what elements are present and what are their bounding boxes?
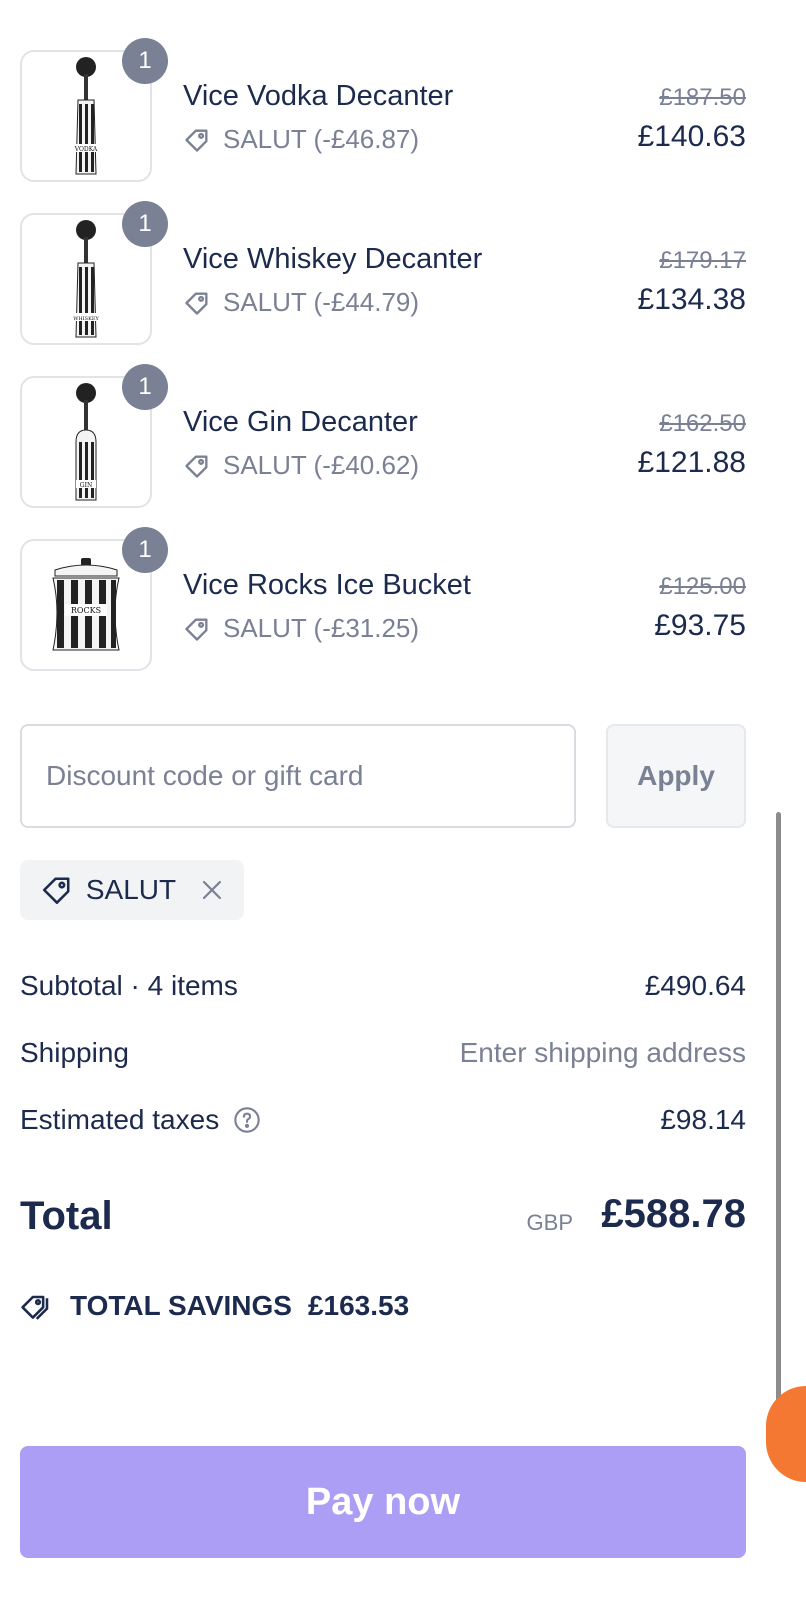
original-price: £162.50 — [659, 410, 746, 437]
shipping-value: Enter shipping address — [459, 1037, 746, 1068]
quantity-badge: 1 — [122, 38, 168, 84]
item-discount: SALUT (-£46.87) — [183, 124, 419, 155]
total-savings: TOTAL SAVINGS £163.53 — [20, 1290, 409, 1322]
svg-text:GIN: GIN — [80, 482, 92, 489]
original-price: £125.00 — [659, 573, 746, 600]
discounted-price: £121.88 — [637, 446, 746, 479]
close-icon[interactable] — [200, 878, 224, 902]
svg-text:VODKA: VODKA — [74, 146, 98, 153]
applied-code: SALUT — [85, 874, 177, 905]
discount-text: SALUT (-£31.25) — [223, 613, 420, 643]
product-name: Vice Gin Decanter — [183, 406, 418, 438]
quantity-badge: 1 — [122, 527, 168, 573]
quantity-badge: 1 — [122, 201, 168, 247]
tag-icon — [185, 455, 208, 478]
product-name: Vice Rocks Ice Bucket — [183, 569, 471, 601]
line-item: WHISKEY 1 Vice Whiskey Decanter SALUT (-… — [20, 201, 746, 347]
svg-text:WHISKEY: WHISKEY — [73, 316, 99, 322]
line-item: GIN 1 Vice Gin Decanter SALUT (-£40.62) … — [20, 364, 746, 510]
discount-code-input[interactable] — [20, 724, 576, 828]
line-item: ROCKS 1 Vice Rocks Ice Bucket SALUT (-£3… — [20, 527, 746, 673]
taxes-value: £98.14 — [660, 1104, 746, 1135]
product-name: Vice Whiskey Decanter — [183, 243, 483, 275]
taxes-label: Estimated taxes — [20, 1104, 220, 1135]
tags-icon — [21, 1295, 49, 1320]
applied-discount-chip: SALUT — [20, 860, 244, 920]
original-price: £187.50 — [659, 84, 746, 111]
scrollbar[interactable] — [776, 812, 781, 1412]
product-name: Vice Vodka Decanter — [183, 80, 454, 112]
apply-button[interactable]: Apply — [606, 724, 746, 828]
tag-icon — [185, 618, 208, 641]
taxes-label-group: Estimated taxes — [20, 1104, 261, 1136]
tag-icon — [185, 292, 208, 315]
currency-code: GBP — [526, 1210, 573, 1235]
chat-launcher[interactable] — [766, 1386, 806, 1482]
pay-now-button[interactable]: Pay now — [20, 1446, 746, 1558]
quantity-badge: 1 — [122, 364, 168, 410]
item-discount: SALUT (-£40.62) — [183, 450, 419, 481]
total-value: £588.78 — [601, 1192, 746, 1236]
tag-icon — [42, 877, 70, 904]
subtotal-label: Subtotal · 4 items — [20, 970, 238, 1001]
discount-text: SALUT (-£44.79) — [223, 287, 420, 317]
savings-value: £163.53 — [307, 1290, 410, 1321]
item-discount: SALUT (-£31.25) — [183, 613, 419, 644]
help-icon[interactable] — [233, 1106, 261, 1134]
discounted-price: £134.38 — [637, 283, 746, 316]
discounted-price: £140.63 — [637, 120, 746, 153]
subtotal-value: £490.64 — [644, 970, 746, 1001]
discount-text: SALUT (-£40.62) — [223, 450, 420, 480]
item-discount: SALUT (-£44.79) — [183, 287, 419, 318]
original-price: £179.17 — [659, 247, 746, 274]
tag-icon — [185, 129, 208, 152]
shipping-label: Shipping — [20, 1037, 129, 1068]
svg-text:ROCKS: ROCKS — [71, 606, 101, 615]
discounted-price: £93.75 — [654, 609, 746, 642]
line-item: VODKA 1 Vice Vodka Decanter SALUT (-£46.… — [20, 38, 746, 184]
discount-text: SALUT (-£46.87) — [223, 124, 420, 154]
total-label: Total — [20, 1194, 113, 1238]
savings-label: TOTAL SAVINGS — [70, 1290, 292, 1321]
